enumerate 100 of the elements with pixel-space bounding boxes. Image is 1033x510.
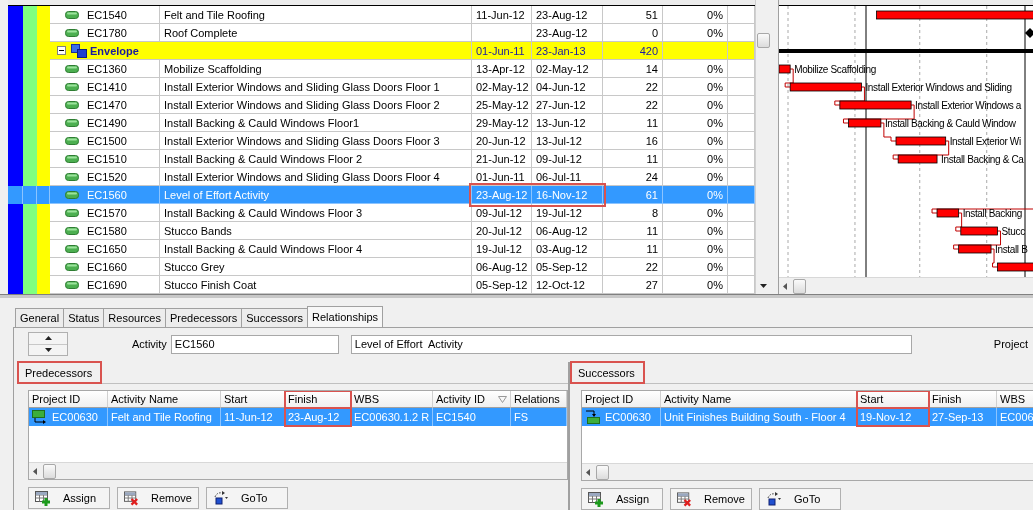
activity-bar[interactable] — [848, 118, 882, 128]
activity-row[interactable]: EC1500 Install Exterior Windows and Sliding Glass Doors Floor 3 20-Jun-12 13-Jul-12 16 0% — [8, 132, 755, 150]
activity-id: EC1660 — [87, 260, 127, 273]
activity-row[interactable]: EC1410 Install Exterior Windows and Sliding Glass Doors Floor 1 02-May-12 04-Jun-12 22 0% — [8, 78, 755, 96]
collapse-toggle-icon[interactable] — [57, 46, 66, 55]
link-arrow-icon — [32, 410, 48, 424]
activity-row[interactable]: EC1360 Mobilize Scaffolding 13-Apr-12 02-May-12 14 0% — [8, 60, 755, 78]
column-header[interactable]: Project ID — [29, 391, 108, 408]
scrollbar-thumb[interactable] — [596, 464, 609, 480]
bar-label: Install Exterior Windows a — [915, 100, 1022, 111]
column-header[interactable]: Relations — [511, 391, 567, 408]
activity-row[interactable]: EC1510 Install Backing & Cauld Windows Floor 2 21-Jun-12 09-Jul-12 11 0% — [8, 150, 755, 168]
horizontal-scrollbar[interactable] — [779, 277, 1033, 294]
activity-row[interactable]: EC1490 Install Backing & Cauld Windows Floor1 29-May-12 13-Jun-12 11 0% — [8, 114, 755, 132]
bar-label: Install Exterior Wi — [949, 136, 1021, 147]
activity-icon — [65, 10, 79, 19]
column-header[interactable]: Activity ID — [433, 391, 511, 408]
table-cell: 12-Oct-12 — [532, 276, 603, 294]
activity-icon — [65, 190, 79, 199]
scrollbar-thumb[interactable] — [757, 33, 770, 48]
activity-id: EC1690 — [87, 278, 127, 291]
column-header[interactable]: Activity Name — [661, 391, 857, 408]
milestone-diamond[interactable] — [1025, 28, 1033, 38]
left-arrow-icon[interactable] — [33, 467, 37, 475]
vertical-scrollbar[interactable] — [755, 0, 771, 294]
activity-row[interactable]: EC1690 Stucco Finish Coat 05-Sep-12 12-Oct-12 27 0% — [8, 276, 755, 294]
down-arrow-icon — [760, 284, 767, 288]
action-button[interactable]: Remove — [117, 487, 199, 509]
column-header[interactable]: WBS — [351, 391, 433, 408]
activity-icon — [65, 28, 79, 37]
tab[interactable]: General — [15, 308, 65, 327]
activity-id: EC1520 — [87, 170, 127, 183]
activity-row[interactable]: EC1660 Stucco Grey 06-Aug-12 05-Sep-12 22 0% — [8, 258, 755, 276]
tab[interactable]: Predecessors — [164, 308, 243, 327]
activity-name-field[interactable]: Level of Effort Activity — [350, 334, 912, 354]
field-label: Project — [993, 338, 1029, 350]
activity-id-field[interactable]: EC1560 — [170, 334, 339, 354]
field-label: Activity — [132, 338, 167, 350]
tab[interactable]: Resources — [103, 308, 166, 327]
left-arrow-icon[interactable] — [586, 468, 590, 476]
action-button[interactable]: Assign — [581, 488, 663, 510]
activity-row[interactable]: EC1540 Felt and Tile Roofing 11-Jun-12 23-Aug-12 51 0% — [8, 6, 755, 24]
action-button[interactable]: Remove — [670, 488, 752, 510]
bar-label: Install B — [995, 244, 1028, 255]
action-button[interactable]: Assign — [28, 487, 110, 509]
table-cell: 05-Sep-12 — [472, 276, 532, 294]
column-header[interactable]: WBS — [997, 391, 1033, 408]
column-label: Start — [224, 393, 248, 405]
column-label: Activity Name — [111, 393, 179, 405]
activity-id: EC1580 — [87, 224, 127, 237]
column-header[interactable]: Activity Name — [108, 391, 221, 408]
tab[interactable]: Successors — [241, 308, 309, 327]
activity-icon — [65, 100, 79, 109]
activity-id: EC1540 — [87, 8, 127, 21]
column-label: Finish — [288, 393, 318, 405]
column-header[interactable]: Start — [221, 391, 285, 408]
column-header[interactable]: Project ID — [582, 391, 661, 408]
activity-icon — [65, 118, 79, 127]
activity-row[interactable]: EC1580 Stucco Bands 20-Jul-12 06-Aug-12 11 0% — [8, 222, 755, 240]
table-cell: Stucco Finish Coat — [160, 276, 472, 294]
goto-icon — [766, 492, 782, 506]
wbs-name: Envelope — [90, 44, 139, 57]
bar-label: Install Backing & Cauld Window — [884, 118, 1016, 129]
activity-icon — [65, 280, 79, 289]
link-arrow-icon — [585, 410, 601, 424]
table-cell: 27 — [603, 276, 663, 294]
bar-label: Install Backing & Ca — [941, 154, 1024, 165]
column-label: Activity ID — [436, 393, 485, 405]
activity-icon — [65, 172, 79, 181]
horizontal-scrollbar[interactable] — [582, 463, 1033, 480]
column-header[interactable]: Finish — [929, 391, 997, 408]
column-label: Project ID — [32, 393, 81, 405]
delete-row-icon — [677, 491, 693, 507]
activity-id: EC1650 — [87, 242, 127, 255]
activity-row[interactable]: EC1650 Install Backing & Cauld Windows Floor 4 19-Jul-12 03-Aug-12 11 0% — [8, 240, 755, 258]
scrollbar-thumb[interactable] — [793, 278, 806, 294]
action-button[interactable]: GoTo — [206, 487, 288, 509]
tab[interactable]: Relationships — [307, 306, 384, 327]
activity-row[interactable]: EC1470 Install Exterior Windows and Sliding Glass Doors Floor 2 25-May-12 27-Jun-12 22 0% — [8, 96, 755, 114]
bar-label: Install Exterior Windows and Sliding — [865, 82, 1012, 93]
horizontal-scrollbar[interactable] — [29, 462, 567, 479]
activity-icon — [65, 262, 79, 271]
activity-id: EC1510 — [87, 152, 127, 165]
scrollbar-thumb[interactable] — [43, 463, 56, 479]
left-arrow-icon[interactable] — [783, 282, 787, 290]
table-cell: 0% — [663, 276, 728, 294]
activity-bar[interactable] — [936, 208, 960, 218]
bar-label: Mobilize Scaffolding — [794, 64, 876, 75]
wbs-row[interactable]: Envelope 01-Jun-11 23-Jan-13 420 — [8, 42, 755, 60]
tab[interactable]: Status — [63, 308, 105, 327]
activity-id: EC1500 — [87, 134, 127, 147]
activity-row[interactable]: EC1780 Roof Complete 23-Aug-12 0 0% — [8, 24, 755, 42]
record-spinner[interactable] — [28, 332, 68, 356]
activity-row[interactable]: EC1520 Install Exterior Windows and Sliding Glass Doors Floor 4 01-Jun-11 06-Jul-11 24 0% — [8, 168, 755, 186]
down-arrow-icon — [44, 347, 52, 352]
activity-row[interactable]: EC1570 Install Backing & Cauld Windows Floor 3 09-Jul-12 19-Jul-12 8 0% — [8, 204, 755, 222]
action-button[interactable]: GoTo — [759, 488, 841, 510]
column-label: WBS — [354, 393, 380, 405]
activity-icon — [65, 136, 79, 145]
activity-id: EC1360 — [87, 62, 127, 75]
